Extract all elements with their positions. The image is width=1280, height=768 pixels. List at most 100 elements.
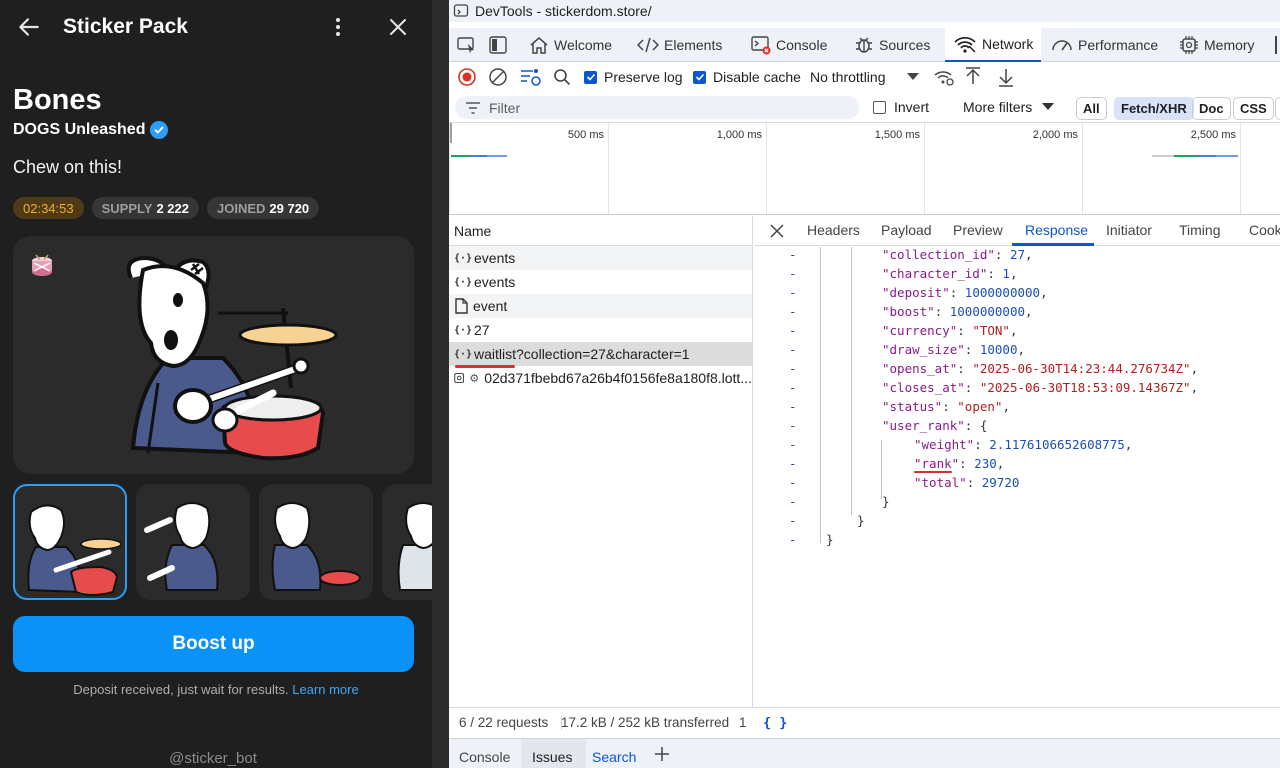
sticker-thumb-4[interactable] [382,484,432,600]
request-row[interactable]: {·} 27 [449,318,752,342]
tab-performance[interactable]: Performance [1051,28,1158,62]
tab-elements[interactable]: Elements [637,28,722,62]
json-comma: , [1002,399,1010,414]
collapse-marker[interactable]: - [789,380,797,395]
filter-input[interactable]: Filter [455,96,859,119]
response-line-text: "rank": 230, [914,456,1004,471]
tab-network[interactable]: Network [945,28,1042,62]
download-icon[interactable] [997,67,1015,87]
learn-more-link[interactable]: Learn more [292,682,358,697]
json-brace: } [826,532,834,547]
throttling-select[interactable]: No throttling [810,69,920,85]
collapse-marker[interactable]: - [789,532,797,547]
collapse-marker[interactable]: - [789,323,797,338]
pack-author[interactable]: DOGS Unleashed [13,121,169,139]
sticker-thumb-2[interactable] [136,484,250,600]
back-arrow-icon[interactable] [16,14,42,40]
request-row[interactable]: {·} events [449,246,752,270]
more-vertical-icon[interactable] [326,14,350,40]
filter-fetch-xhr[interactable]: Fetch/XHR [1114,97,1194,120]
bot-username: @sticker_bot [169,750,257,767]
sticker-thumb-3[interactable] [259,484,373,600]
request-row[interactable]: event [449,294,752,318]
detail-tabbar: Headers Payload Preview Response Initiat… [754,216,1280,246]
invert-checkbox[interactable]: Invert [873,99,929,115]
collapse-marker[interactable]: - [789,361,797,376]
collapse-marker[interactable]: - [789,475,797,490]
tab-console[interactable]: Console [751,28,827,62]
disable-cache-checkbox[interactable]: Disable cache [693,69,801,85]
json-value: "TON" [972,323,1010,338]
status-extra: 1 [739,715,747,730]
timeline-bar [1152,155,1174,157]
collapse-marker[interactable]: - [789,247,797,262]
deposit-note-text: Deposit received, just wait for results. [73,682,289,697]
boost-up-button[interactable]: Boost up [13,616,414,672]
timeline-tick: 1,000 ms [608,123,766,214]
drawer-tab-search[interactable]: Search [592,749,636,765]
filter-css[interactable]: CSS [1233,97,1274,120]
filter-requests-icon[interactable] [519,67,541,87]
drawer-tab-console[interactable]: Console [459,749,510,765]
tab-memory[interactable]: Memory [1179,28,1255,62]
collapse-marker[interactable]: - [789,285,797,300]
pretty-print-button[interactable]: { } [763,715,787,731]
drummer-dog-thumb [27,504,121,596]
filter-more-types[interactable] [1275,97,1280,120]
json-colon: : [949,285,965,300]
filter-doc[interactable]: Doc [1192,97,1231,120]
more-filters-dropdown[interactable]: More filters [963,99,1055,115]
tab-welcome[interactable]: Welcome [529,28,612,62]
search-icon[interactable] [553,68,571,86]
sticker-preview[interactable] [13,236,414,474]
upload-icon[interactable] [964,67,982,87]
tab-sources[interactable]: Sources [854,28,930,62]
network-timeline[interactable]: 500 ms 1,000 ms 1,500 ms 2,000 ms 2,500 … [449,123,1280,215]
response-body[interactable]: - "collection_id": 27, - "character_id": 1,… [754,247,1280,707]
collapse-marker[interactable]: - [789,266,797,281]
json-key: "character_id" [882,266,988,281]
json-key: "user_rank" [882,418,965,433]
overflow-tabs-indicator[interactable] [1275,28,1279,62]
request-row[interactable]: ⚙ 02d371fbebd67a26b4f0156fe8a180f8.lott..… [449,366,752,390]
collapse-marker[interactable]: - [789,342,797,357]
tab-preview[interactable]: Preview [953,222,1003,238]
json-key: "opens_at" [882,361,958,376]
sticker-thumb-1[interactable] [13,484,127,600]
tab-initiator[interactable]: Initiator [1106,222,1152,238]
request-row[interactable]: {·} events [449,270,752,294]
collapse-marker[interactable]: - [789,418,797,433]
device-toolbar-icon[interactable] [489,28,507,62]
countdown-badge: 02:34:53 [13,197,84,219]
collapse-marker[interactable]: - [789,494,797,509]
network-conditions-icon[interactable] [933,67,955,87]
author-name: DOGS Unleashed [13,121,146,138]
filter-all[interactable]: All [1076,97,1107,120]
record-stop-icon[interactable] [457,67,477,87]
collapse-marker[interactable]: - [789,399,797,414]
collapse-marker[interactable]: - [789,304,797,319]
request-row-selected[interactable]: {·} waitlist?collection=27&character=1 [449,342,752,366]
tab-payload[interactable]: Payload [881,222,932,238]
timeline-tick: 500 ms [449,123,608,214]
preserve-log-checkbox[interactable]: Preserve log [584,69,683,85]
collapse-marker[interactable]: - [789,456,797,471]
countdown-value: 02:34:53 [23,200,74,216]
collapse-marker[interactable]: - [789,513,797,528]
disable-cache-label: Disable cache [713,69,801,85]
collapse-marker[interactable]: - [789,437,797,452]
close-icon[interactable] [386,15,410,39]
tab-cookies[interactable]: Cooki [1249,222,1280,238]
tab-headers[interactable]: Headers [807,222,860,238]
request-name: 27 [474,322,490,338]
clear-icon[interactable] [488,67,508,87]
close-icon[interactable] [770,224,784,238]
tab-response[interactable]: Response [1025,222,1088,238]
inspect-element-icon[interactable] [457,28,477,62]
drawer-tab-issues[interactable]: Issues [532,749,572,765]
name-column-header[interactable]: Name [449,216,752,246]
tab-timing[interactable]: Timing [1179,222,1221,238]
drawer-tabbar: Console Issues Search [449,738,1280,768]
timeline-bar [487,155,507,157]
add-tab-icon[interactable] [654,746,670,762]
